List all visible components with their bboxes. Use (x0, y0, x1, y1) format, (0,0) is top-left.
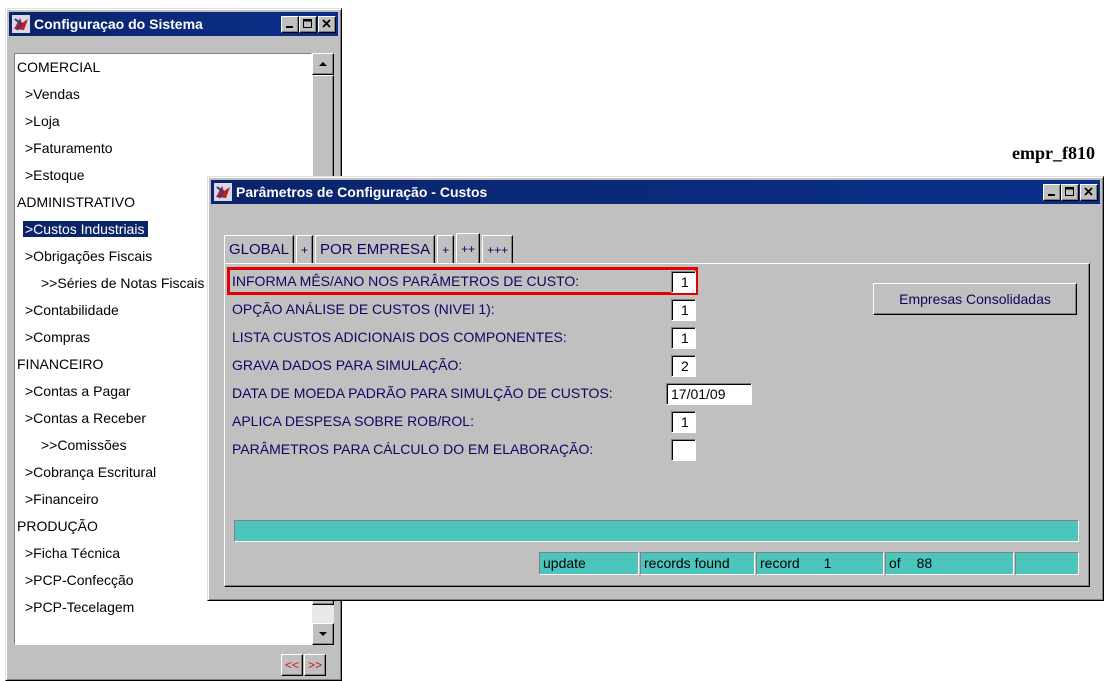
module-list-item-label: >Obrigações Fiscais (25, 248, 153, 264)
param-field-2[interactable]: 1 (671, 299, 696, 321)
status-total-count: 88 (916, 555, 933, 571)
param-label-5: DATA DE MOEDA PADRÃO PARA SIMULÇÃO DE CU… (232, 385, 613, 401)
minimize-button[interactable] (281, 15, 299, 33)
status-total: of 88 (885, 552, 1014, 575)
tab-panel: INFORMA MÊS/ANO NOS PARÂMETROS DE CUSTO:… (224, 263, 1090, 587)
module-list-item-label: >Faturamento (25, 140, 113, 156)
module-group-header[interactable]: COMERCIAL (15, 54, 311, 81)
nav-next-button[interactable]: >> (304, 654, 326, 676)
param-label-1: INFORMA MÊS/ANO NOS PARÂMETROS DE CUSTO: (232, 273, 580, 289)
arrow-down-icon (319, 632, 327, 636)
module-list-item-label: >>Séries de Notas Fiscais (41, 275, 205, 291)
module-list-item-label: >>Comissões (41, 437, 127, 453)
module-list-item-label: >Compras (25, 329, 90, 345)
module-list-item[interactable]: >Loja (15, 108, 311, 135)
status-records-found: records found (640, 552, 755, 575)
empresas-consolidadas-button[interactable]: Empresas Consolidadas (873, 283, 1077, 315)
param-field-4[interactable]: 2 (671, 355, 696, 377)
status-record-number: 1 (823, 555, 832, 571)
param-field-1[interactable]: 1 (671, 271, 696, 293)
minimize-icon (286, 26, 293, 28)
tab-strip: GLOBAL + POR EMPRESA + ++ +++ (224, 233, 515, 263)
module-list-item-label: COMERCIAL (17, 59, 101, 75)
module-list-item-label: >Contabilidade (25, 302, 119, 318)
maximize-icon (303, 19, 312, 28)
cost-params-title: Parâmetros de Configuração - Custos (236, 184, 488, 200)
maximize-button[interactable] (1061, 183, 1079, 201)
form-name-label: empr_f810 (1012, 143, 1095, 163)
module-list-item-label: >Financeiro (25, 491, 99, 507)
tab-global[interactable]: GLOBAL (224, 235, 295, 263)
nav-prev-button[interactable]: << (281, 654, 303, 676)
system-config-titlebar[interactable]: Configuraçao do Sistema (9, 12, 338, 36)
param-field-6[interactable]: 1 (671, 411, 696, 433)
param-label-4: GRAVA DADOS PARA SIMULAÇÃO: (232, 357, 463, 373)
module-list-item-label: >Contas a Receber (25, 410, 147, 426)
status-mode: update (539, 552, 639, 575)
module-list-item-label: >Cobrança Escritural (25, 464, 157, 480)
scroll-down-button[interactable] (312, 623, 334, 645)
param-label-6: APLICA DESPESA SOBRE ROB/ROL: (232, 413, 474, 429)
app-icon (12, 15, 30, 33)
cost-params-titlebar[interactable]: Parâmetros de Configuração - Custos (211, 180, 1100, 204)
module-list-item-label: >Estoque (25, 167, 85, 183)
module-list-item-label: >PCP-Tecelagem (25, 599, 135, 615)
module-list-item-label: FINANCEIRO (17, 356, 104, 372)
status-record: record 1 (756, 552, 884, 575)
minimize-button[interactable] (1043, 183, 1061, 201)
module-list-item-label: >Ficha Técnica (25, 545, 121, 561)
module-list-item-label: >Vendas (25, 86, 80, 102)
status-extra (1015, 552, 1079, 575)
module-list-item-label: >Loja (25, 113, 60, 129)
scroll-up-button[interactable] (312, 53, 334, 75)
module-list-item-label: PRODUÇÃO (17, 518, 98, 534)
maximize-button[interactable] (299, 15, 317, 33)
param-label-2: OPÇÃO ANÁLISE DE CUSTOS (NIVEl 1): (232, 301, 495, 317)
tab-plus[interactable]: + (296, 235, 314, 263)
status-record-label: record (760, 555, 800, 571)
module-list-item[interactable]: >Vendas (15, 81, 311, 108)
param-field-5[interactable]: 17/01/09 (666, 383, 752, 405)
close-button[interactable] (318, 15, 336, 33)
tab-plus-plus-plus[interactable]: +++ (482, 235, 514, 263)
module-list-item-label: >Contas a Pagar (25, 383, 131, 399)
tab-por-empresa[interactable]: POR EMPRESA (315, 235, 436, 263)
status-of-label: of (889, 555, 901, 571)
close-icon (322, 19, 331, 28)
maximize-icon (1065, 187, 1074, 196)
module-list-item-label: >Custos Industriais (21, 220, 150, 238)
minimize-icon (1048, 194, 1055, 196)
param-label-7: PARÂMETROS PARA CÁLCULO DO EM ELABORAÇÃO… (232, 441, 594, 457)
module-list-item[interactable]: >Faturamento (15, 135, 311, 162)
message-line (234, 520, 1079, 542)
param-field-7[interactable] (671, 439, 696, 461)
close-button[interactable] (1080, 183, 1098, 201)
cost-params-window: Parâmetros de Configuração - Custos GLOB… (207, 176, 1104, 601)
system-config-title: Configuraçao do Sistema (34, 16, 203, 32)
module-list-item-label: ADMINISTRATIVO (17, 194, 135, 210)
param-label-3: LISTA CUSTOS ADICIONAIS DOS COMPONENTES: (232, 329, 567, 345)
tab-plus-plus[interactable]: ++ (456, 233, 481, 263)
close-icon (1084, 187, 1093, 196)
app-icon (214, 183, 232, 201)
module-list-item-label: >PCP-Confecção (25, 572, 134, 588)
arrow-up-icon (319, 62, 327, 66)
tab-plus-2[interactable]: + (437, 235, 455, 263)
param-field-3[interactable]: 1 (671, 327, 696, 349)
